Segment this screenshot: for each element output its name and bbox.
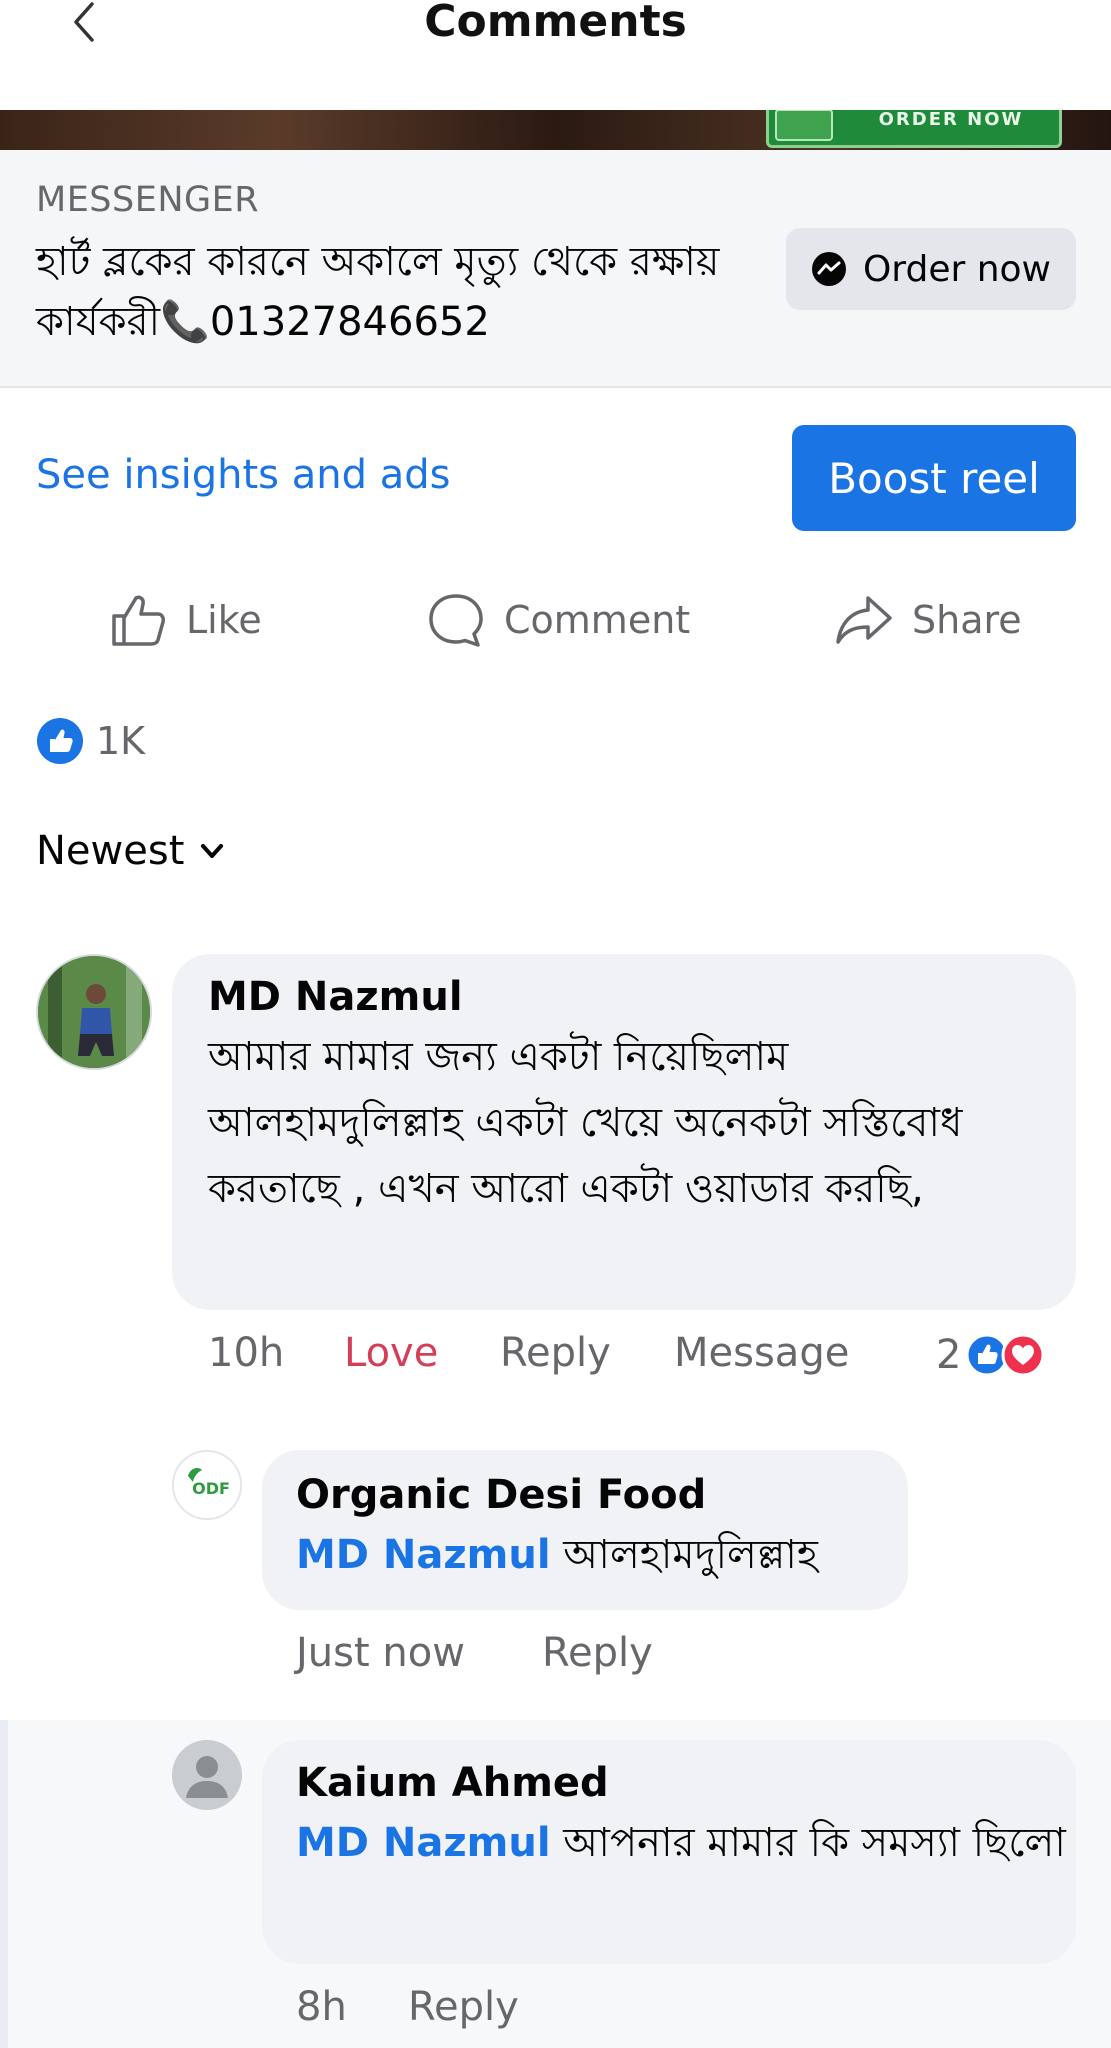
comment-reaction-count: 2 (936, 1332, 962, 1378)
comment-bubble-icon (429, 594, 483, 647)
reel-media[interactable]: ORDER NOW (0, 110, 1111, 150)
reply-author[interactable]: Kaium Ahmed (296, 1760, 609, 1806)
back-button[interactable] (66, 2, 106, 42)
love-reaction-button[interactable]: Love (344, 1330, 438, 1376)
reply-text: MD Nazmul আলহামদুলিল্লাহ (296, 1522, 896, 1588)
comment-author[interactable]: MD Nazmul (208, 974, 463, 1020)
ad-section: MESSENGER হার্ট ব্লকের কারনে অকালে মৃত্য… (0, 150, 1111, 388)
reply-author[interactable]: Organic Desi Food (296, 1472, 706, 1518)
avatar[interactable] (36, 954, 152, 1070)
reply-body: আপনার মামার কি সমস্যা ছিলো (563, 1820, 1066, 1866)
reaction-summary[interactable]: 1K (36, 716, 145, 766)
comment-timestamp: 10h (208, 1330, 285, 1376)
like-reaction-icon (37, 718, 83, 764)
chevron-left-icon (74, 2, 94, 42)
order-now-button[interactable]: Order now (786, 228, 1076, 310)
messenger-icon (811, 252, 846, 286)
comment-text: আমার মামার জন্য একটা নিয়েছিলাম আলহামদুল… (208, 1034, 963, 1212)
reply-body: আলহামদুলিল্লাহ (563, 1532, 818, 1578)
odf-logo-icon: ODF (175, 1453, 240, 1518)
comment-sort-dropdown[interactable]: Newest (36, 826, 226, 876)
comment-reactions[interactable]: 2 (936, 1332, 1045, 1378)
comment-label: Comment (504, 598, 691, 642)
page-avatar[interactable]: ODF (172, 1450, 242, 1520)
ad-headline: হার্ট ব্লকের কারনে অকালে মৃত্যু থেকে রক্… (36, 239, 720, 345)
boost-reel-button[interactable]: Boost reel (792, 425, 1076, 531)
reaction-count: 1K (96, 719, 146, 763)
media-order-label: ORDER NOW (878, 110, 1024, 130)
chevron-down-icon (201, 844, 224, 858)
default-avatar[interactable] (172, 1740, 242, 1810)
reply-button[interactable]: Reply (408, 1984, 519, 2030)
mention-link[interactable]: MD Nazmul (296, 1532, 551, 1578)
like-label: Like (186, 598, 262, 642)
share-button[interactable]: Share (834, 584, 1022, 656)
order-now-label: Order now (862, 248, 1052, 290)
thumbs-up-icon (112, 595, 165, 646)
see-insights-link[interactable]: See insights and ads (36, 452, 450, 498)
media-order-badge: ORDER NOW (766, 110, 1062, 148)
person-silhouette-icon (172, 1740, 242, 1810)
message-button[interactable]: Message (674, 1330, 849, 1376)
svg-text:ODF: ODF (192, 1479, 230, 1498)
reply-button[interactable]: Reply (500, 1330, 611, 1376)
love-reaction-icon (1001, 1333, 1045, 1377)
reply-text: MD Nazmul আপনার মামার কি সমস্যা ছিলো (296, 1810, 1066, 1876)
mention-link[interactable]: MD Nazmul (296, 1820, 551, 1866)
ad-source-label: MESSENGER (36, 180, 260, 220)
user-photo-icon (38, 956, 150, 1068)
comment-button[interactable]: Comment (426, 584, 690, 656)
reply-timestamp: Just now (296, 1630, 465, 1676)
like-button[interactable]: Like (108, 584, 262, 656)
reply-timestamp: 8h (296, 1984, 347, 2030)
sort-label: Newest (36, 828, 185, 874)
share-arrow-icon (836, 596, 892, 644)
reply-button[interactable]: Reply (542, 1630, 653, 1676)
product-box-icon (775, 110, 833, 141)
header-bar: Comments (0, 0, 1111, 110)
share-label: Share (912, 598, 1022, 642)
page-title: Comments (424, 0, 687, 47)
